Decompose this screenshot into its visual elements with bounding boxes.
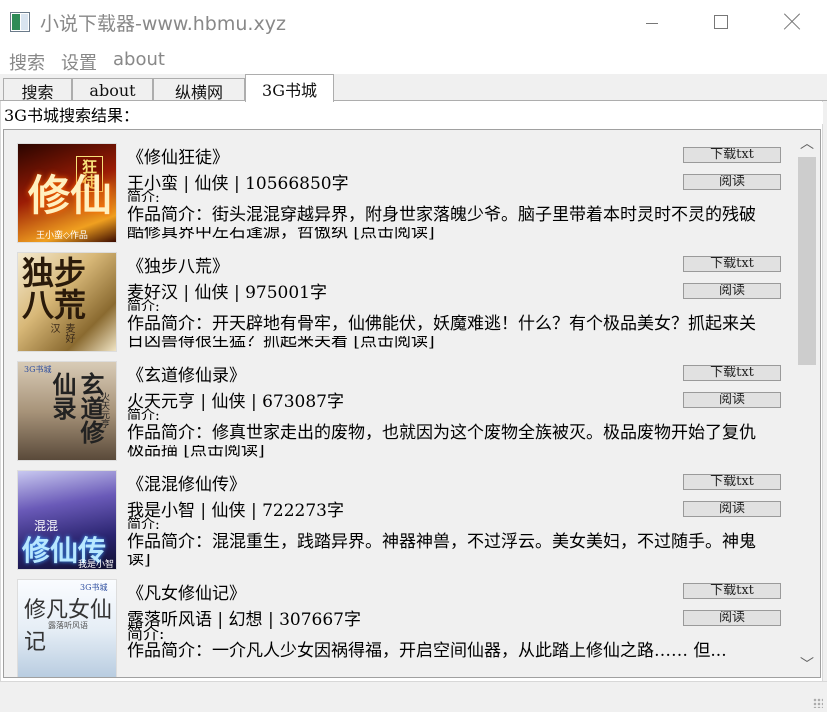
book-title: 《修仙狂徒》 [127, 148, 229, 168]
tab-panel-border [0, 100, 827, 101]
book-cover: 独步 八荒 麦好汉 [17, 252, 117, 352]
scroll-up-button[interactable]: ︿ [795, 131, 819, 155]
results-label: 3G书城搜索结果： [4, 102, 823, 125]
read-button[interactable]: 阅读 [683, 174, 781, 190]
tab-bar: 搜索 about 纵横网 3G书城 [0, 74, 827, 102]
book-title: 《独步八荒》 [127, 257, 229, 277]
book-description: 作品简介：街头混混穿越异界，附身世家落魄少爷。脑子里带着本时灵时不灵的残破 [127, 205, 756, 225]
list-item: 独步 八荒 麦好汉 《独步八荒》 麦好汉 | 仙侠 | 975001字 简介: 作… [17, 252, 787, 356]
vertical-scrollbar[interactable]: ︿ ﹀ [795, 131, 819, 676]
book-description: 作品简介：一介凡人少女因祸得福，开启空间仙器，从此踏上修仙之路…… 但... [127, 641, 727, 661]
window-title: 小说下载器-www.hbmu.xyz [40, 13, 286, 35]
minimize-button[interactable] [617, 0, 687, 44]
book-intro-label: 简介: [127, 190, 160, 202]
minimize-icon [646, 22, 658, 24]
resize-grip-icon[interactable] [813, 698, 823, 708]
book-description: 作品简介：修真世家走出的废物，也就因为这个废物全族被灭。极品废物开始了复仇 [127, 423, 756, 443]
tab-3g-bookstore[interactable]: 3G书城 [245, 74, 334, 102]
scroll-down-button[interactable]: ﹀ [795, 652, 819, 676]
list-item: 狂徒 修仙 王小蛮◇作品 《修仙狂徒》 王小蛮 | 仙侠 | 10566850字… [17, 143, 787, 247]
menu-settings[interactable]: 设置 [61, 49, 97, 75]
book-read-link[interactable]: 日凶兽得很生猛？抓起来关着 [点击阅读] [127, 336, 787, 350]
close-icon [784, 14, 800, 30]
book-cover: 混混 修仙传 我是小智 [17, 470, 117, 570]
app-icon [10, 12, 30, 32]
book-intro-label: 简介: [127, 408, 160, 420]
book-description: 作品简介：开天辟地有骨牢，仙佛能伏，妖魔难逃！什么？有个极品美女？抓起来关 [127, 314, 756, 334]
menu-bar: 搜索 设置 about [0, 44, 827, 74]
book-title: 《混混修仙传》 [127, 475, 246, 495]
book-meta: 王小蛮 | 仙侠 | 10566850字 [127, 174, 349, 194]
download-txt-button[interactable]: 下载txt [683, 474, 781, 490]
menu-search[interactable]: 搜索 [9, 49, 45, 75]
book-intro-label: 简介: [127, 299, 160, 311]
list-item: 3G书城 修凡女仙记 露落听风语 《凡女修仙记》 露落听风语 | 幻想 | 30… [17, 579, 787, 677]
title-bar: 小说下载器-www.hbmu.xyz [0, 0, 827, 44]
book-read-link[interactable]: 极品描 [点击阅读] [127, 445, 787, 459]
book-title: 《凡女修仙记》 [127, 584, 246, 604]
menu-about[interactable]: about [113, 49, 165, 70]
list-item: 3G书城 玄道修仙录 火天元亨 《玄道修仙录》 火天元亨 | 仙侠 | 6730… [17, 361, 787, 465]
download-txt-button[interactable]: 下载txt [683, 147, 781, 163]
book-cover: 3G书城 修凡女仙记 露落听风语 [17, 579, 117, 677]
scroll-thumb[interactable] [798, 157, 816, 365]
chevron-down-icon: ﹀ [800, 657, 814, 673]
book-read-link[interactable]: 读] [127, 554, 787, 568]
list-item: 混混 修仙传 我是小智 《混混修仙传》 我是小智 | 仙侠 | 722273字 … [17, 470, 787, 574]
book-read-link[interactable]: 酷修真界中左右逢源，哲傲纨 [点击阅读] [127, 227, 787, 241]
read-button[interactable]: 阅读 [683, 610, 781, 626]
read-button[interactable]: 阅读 [683, 283, 781, 299]
status-bar [0, 681, 827, 712]
close-button[interactable] [757, 0, 827, 44]
read-button[interactable]: 阅读 [683, 392, 781, 408]
book-description: 作品简介：混混重生，践踏异界。神器神兽，不过浮云。美女美妇，不过随手。神鬼 [127, 532, 756, 552]
download-txt-button[interactable]: 下载txt [683, 256, 781, 272]
results-list[interactable]: 狂徒 修仙 王小蛮◇作品 《修仙狂徒》 王小蛮 | 仙侠 | 10566850字… [3, 129, 821, 678]
maximize-icon [714, 15, 728, 29]
download-txt-button[interactable]: 下载txt [683, 365, 781, 381]
tab-about[interactable]: about [72, 78, 153, 102]
read-button[interactable]: 阅读 [683, 501, 781, 517]
book-title: 《玄道修仙录》 [127, 366, 246, 386]
maximize-button[interactable] [686, 0, 756, 44]
download-txt-button[interactable]: 下载txt [683, 583, 781, 599]
book-cover: 3G书城 玄道修仙录 火天元亨 [17, 361, 117, 461]
book-cover: 狂徒 修仙 王小蛮◇作品 [17, 143, 117, 243]
tab-search[interactable]: 搜索 [3, 78, 72, 102]
chevron-up-icon: ︿ [800, 136, 814, 152]
tab-zongheng[interactable]: 纵横网 [153, 78, 245, 102]
book-intro-label: 简介: [127, 517, 160, 529]
